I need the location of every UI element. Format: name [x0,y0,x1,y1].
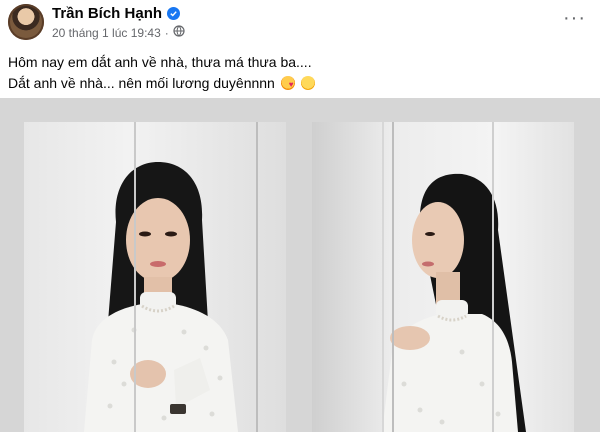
post-photo-1[interactable] [24,122,286,432]
post-caption: Hôm nay em dắt anh về nhà, thưa má thưa … [8,52,315,95]
caption-line-2: Dắt anh về nhà... nên mối lương duyênnnn [8,75,275,91]
caption-line-1: Hôm nay em dắt anh về nhà, thưa má thưa … [8,54,312,70]
author-row: Trần Bích Hạnh [52,5,181,22]
author-name[interactable]: Trần Bích Hạnh [52,5,162,22]
woman-portrait-illustration [84,162,238,432]
smiling-face-with-hearts-icon [280,74,295,95]
public-globe-icon[interactable] [173,25,185,40]
post-photo-2[interactable] [312,122,574,432]
author-avatar[interactable] [8,4,44,40]
more-options-icon[interactable]: ··· [563,8,586,28]
caption-line-2-row: Dắt anh về nhà... nên mối lương duyênnnn [8,73,315,95]
verified-badge-icon [167,7,181,20]
wall-panel-line [256,122,258,432]
dot-separator: · [164,25,169,40]
wall-panel-line [134,122,136,432]
post-photo-strip[interactable] [0,98,600,432]
post-timestamp[interactable]: 20 tháng 1 lúc 19:43 [52,26,161,40]
wall-panel-line [492,122,494,432]
curtain-line [382,122,384,432]
woman-profile-illustration [382,173,526,432]
post-meta: 20 tháng 1 lúc 19:43 · [52,25,185,40]
relieved-face-icon [300,76,315,90]
post-header: Trần Bích Hạnh 20 tháng 1 lúc 19:43 · ··… [0,0,600,44]
curtain-line [392,122,394,432]
